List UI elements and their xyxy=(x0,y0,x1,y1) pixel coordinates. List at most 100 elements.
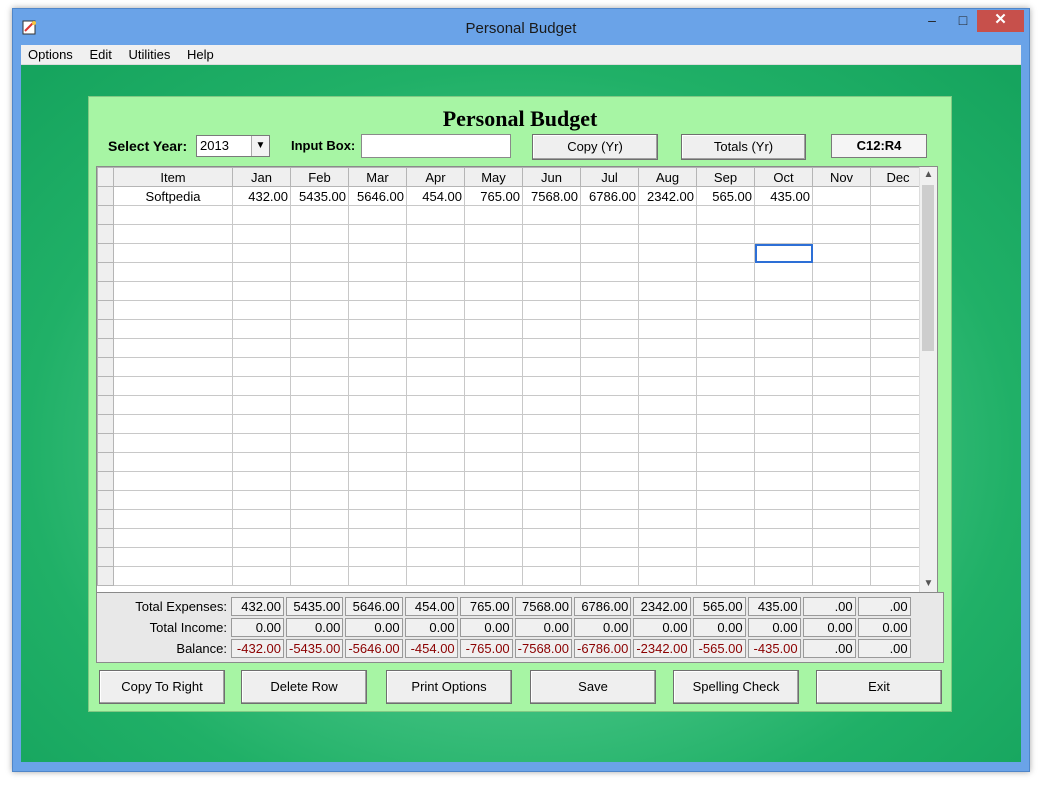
grid-cell[interactable]: 5435.00 xyxy=(290,186,349,206)
grid-cell[interactable] xyxy=(464,224,523,244)
grid-cell[interactable] xyxy=(696,509,755,529)
grid-cell[interactable] xyxy=(638,395,697,415)
grid-cell[interactable] xyxy=(754,395,813,415)
grid-cell[interactable] xyxy=(638,205,697,225)
grid-cell[interactable] xyxy=(348,509,407,529)
grid-cell[interactable] xyxy=(812,186,871,206)
grid-cell[interactable] xyxy=(406,338,465,358)
grid-cell[interactable] xyxy=(348,281,407,301)
grid-cell[interactable] xyxy=(290,319,349,339)
grid-cell[interactable] xyxy=(580,376,639,396)
grid-cell[interactable] xyxy=(522,243,581,263)
grid-cell[interactable] xyxy=(638,452,697,472)
grid-cell[interactable] xyxy=(348,262,407,282)
vertical-scrollbar[interactable]: ▲ ▼ xyxy=(919,167,937,592)
grid-cell[interactable] xyxy=(696,357,755,377)
grid-cell[interactable] xyxy=(580,566,639,586)
grid-cell[interactable] xyxy=(754,357,813,377)
grid-cell[interactable] xyxy=(406,490,465,510)
row-header[interactable] xyxy=(97,566,114,586)
row-header[interactable] xyxy=(97,186,114,206)
grid-cell[interactable] xyxy=(638,528,697,548)
grid-cell[interactable] xyxy=(580,205,639,225)
column-header[interactable]: Aug xyxy=(638,167,697,187)
grid-cell[interactable] xyxy=(232,376,291,396)
grid-cell[interactable] xyxy=(638,281,697,301)
grid-cell[interactable] xyxy=(580,262,639,282)
grid-cell[interactable] xyxy=(464,357,523,377)
grid-cell[interactable] xyxy=(696,243,755,263)
grid-cell[interactable] xyxy=(406,281,465,301)
row-header[interactable] xyxy=(97,433,114,453)
grid-cell[interactable] xyxy=(580,243,639,263)
row-header[interactable] xyxy=(97,205,114,225)
column-header[interactable]: Nov xyxy=(812,167,871,187)
grid-cell[interactable] xyxy=(113,281,233,301)
grid-cell[interactable] xyxy=(464,281,523,301)
grid-cell[interactable] xyxy=(348,395,407,415)
grid-cell[interactable] xyxy=(754,566,813,586)
grid-cell[interactable] xyxy=(812,357,871,377)
grid-cell[interactable] xyxy=(870,224,926,244)
row-header[interactable] xyxy=(97,243,114,263)
grid-cell[interactable] xyxy=(348,433,407,453)
grid-cell[interactable] xyxy=(638,300,697,320)
column-header[interactable]: Item xyxy=(113,167,233,187)
grid-cell[interactable] xyxy=(522,471,581,491)
column-header[interactable]: Mar xyxy=(348,167,407,187)
grid-cell[interactable] xyxy=(348,300,407,320)
menu-options[interactable]: Options xyxy=(22,45,79,64)
grid-cell[interactable] xyxy=(812,528,871,548)
scroll-thumb[interactable] xyxy=(922,185,934,351)
grid-cell[interactable] xyxy=(580,319,639,339)
grid-cell[interactable] xyxy=(522,433,581,453)
grid-cell[interactable] xyxy=(348,357,407,377)
grid-cell[interactable] xyxy=(754,414,813,434)
grid-cell[interactable] xyxy=(696,414,755,434)
grid-cell[interactable] xyxy=(232,262,291,282)
save-button[interactable]: Save xyxy=(530,670,656,704)
row-header[interactable] xyxy=(97,547,114,567)
grid-cell[interactable] xyxy=(232,452,291,472)
grid-cell[interactable] xyxy=(113,433,233,453)
column-header[interactable]: Apr xyxy=(406,167,465,187)
grid-cell[interactable] xyxy=(290,471,349,491)
grid-cell[interactable] xyxy=(290,357,349,377)
grid-cell[interactable] xyxy=(754,205,813,225)
grid-cell[interactable] xyxy=(113,319,233,339)
grid-cell[interactable] xyxy=(406,433,465,453)
grid-cell[interactable] xyxy=(232,224,291,244)
grid-cell[interactable] xyxy=(638,224,697,244)
grid-cell[interactable] xyxy=(696,395,755,415)
grid-cell[interactable] xyxy=(638,433,697,453)
grid-cell[interactable] xyxy=(870,186,926,206)
grid-cell[interactable] xyxy=(812,300,871,320)
column-header[interactable]: Feb xyxy=(290,167,349,187)
grid-cell[interactable] xyxy=(464,395,523,415)
grid-cell[interactable] xyxy=(754,338,813,358)
grid-cell[interactable] xyxy=(464,452,523,472)
grid-cell[interactable] xyxy=(232,243,291,263)
grid-cell[interactable] xyxy=(290,300,349,320)
grid-cell[interactable] xyxy=(870,243,926,263)
grid-cell[interactable] xyxy=(638,243,697,263)
grid-cell[interactable] xyxy=(870,490,926,510)
grid-cell[interactable] xyxy=(522,509,581,529)
grid-cell[interactable] xyxy=(464,471,523,491)
grid-cell[interactable] xyxy=(812,452,871,472)
grid-cell[interactable] xyxy=(406,262,465,282)
grid-cell[interactable] xyxy=(696,300,755,320)
grid-cell[interactable] xyxy=(580,509,639,529)
grid-cell[interactable] xyxy=(348,547,407,567)
budget-grid[interactable]: Item Jan Feb Mar Apr May Jun Jul Aug Sep Oct Nov Dec… xyxy=(96,166,938,593)
grid-cell[interactable]: 454.00 xyxy=(406,186,465,206)
grid-cell[interactable] xyxy=(870,319,926,339)
print-options-button[interactable]: Print Options xyxy=(386,670,512,704)
grid-cell[interactable]: 6786.00 xyxy=(580,186,639,206)
grid-cell[interactable] xyxy=(406,376,465,396)
grid-cell[interactable] xyxy=(580,528,639,548)
spelling-check-button[interactable]: Spelling Check xyxy=(673,670,799,704)
grid-cell[interactable] xyxy=(113,300,233,320)
grid-cell[interactable] xyxy=(348,566,407,586)
grid-cell[interactable] xyxy=(406,224,465,244)
